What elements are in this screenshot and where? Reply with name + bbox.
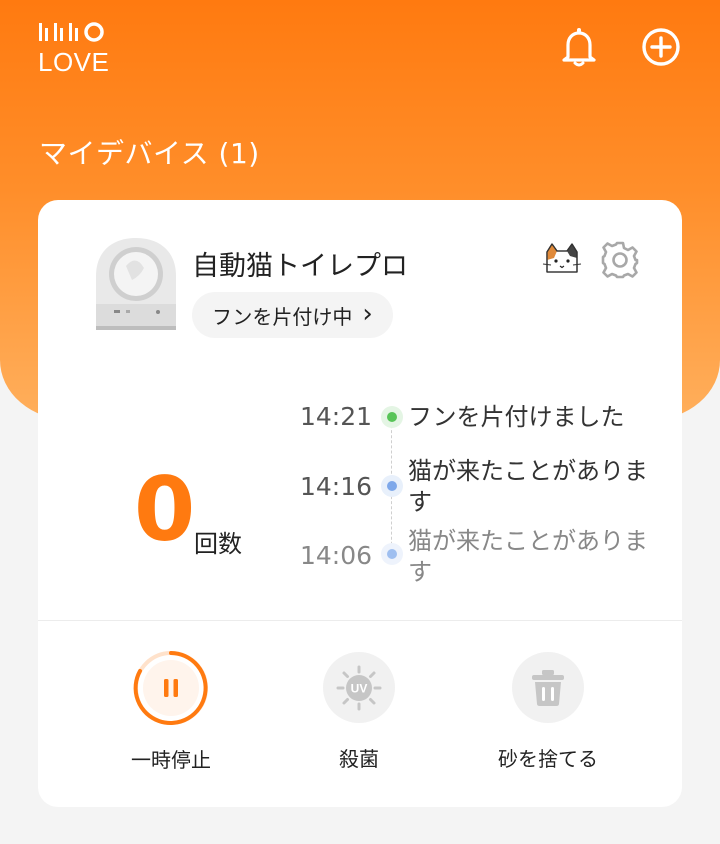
section-title: マイデバイス (1) <box>39 137 260 170</box>
logo-text: LOVE <box>38 47 110 77</box>
plus-circle-icon <box>642 28 680 66</box>
timeline-dot <box>381 406 403 428</box>
usage-count-unit: 回数 <box>194 530 242 558</box>
timeline-event: フンを片付けました <box>408 403 625 431</box>
uv-circle: UV <box>323 652 395 723</box>
app-logo: LOVE <box>38 20 118 77</box>
chevron-right-icon: › <box>362 299 373 329</box>
litter-box-image <box>96 238 176 330</box>
device-status-button[interactable]: フンを片付け中 › <box>192 292 393 338</box>
add-device-button[interactable] <box>640 26 682 68</box>
discard-label: 砂を捨てる <box>498 747 598 771</box>
cat-profile-icon[interactable] <box>542 242 582 276</box>
bell-icon <box>562 28 596 67</box>
device-settings-button[interactable] <box>600 240 640 284</box>
uv-sterilize-button[interactable]: UV 殺菌 <box>289 652 429 772</box>
usage-count: 0 <box>134 458 196 561</box>
timeline-dot <box>381 543 403 565</box>
pause-label: 一時停止 <box>131 748 211 772</box>
timeline-time: 14:16 <box>300 472 373 501</box>
timeline-event: 猫が来たことがあります <box>408 457 648 516</box>
timeline-event: 猫が来たことがあります <box>408 527 648 586</box>
device-card[interactable]: 自動猫トイレプロ フンを片付け中 › 0 回数 14:21 フンを片付けました … <box>38 200 682 807</box>
device-name: 自動猫トイレプロ <box>192 251 408 282</box>
logo-mark-icon <box>39 22 104 42</box>
uv-badge-text: UV <box>351 681 368 695</box>
pause-button[interactable]: 一時停止 <box>101 651 241 772</box>
uv-label: 殺菌 <box>339 747 379 771</box>
pause-ring <box>133 651 208 725</box>
card-divider <box>38 620 682 621</box>
uv-sun-icon: UV <box>336 665 382 710</box>
timeline-dot <box>381 475 403 497</box>
discard-circle <box>512 652 584 723</box>
notification-button[interactable] <box>558 26 600 68</box>
timeline-time: 14:06 <box>300 541 373 570</box>
pause-icon <box>133 651 208 725</box>
timeline-time: 14:21 <box>300 402 373 431</box>
device-status-text: フンを片付け中 <box>212 304 353 329</box>
discard-litter-button[interactable]: 砂を捨てる <box>478 652 618 772</box>
trash-icon <box>532 669 564 706</box>
gear-icon <box>601 241 639 279</box>
